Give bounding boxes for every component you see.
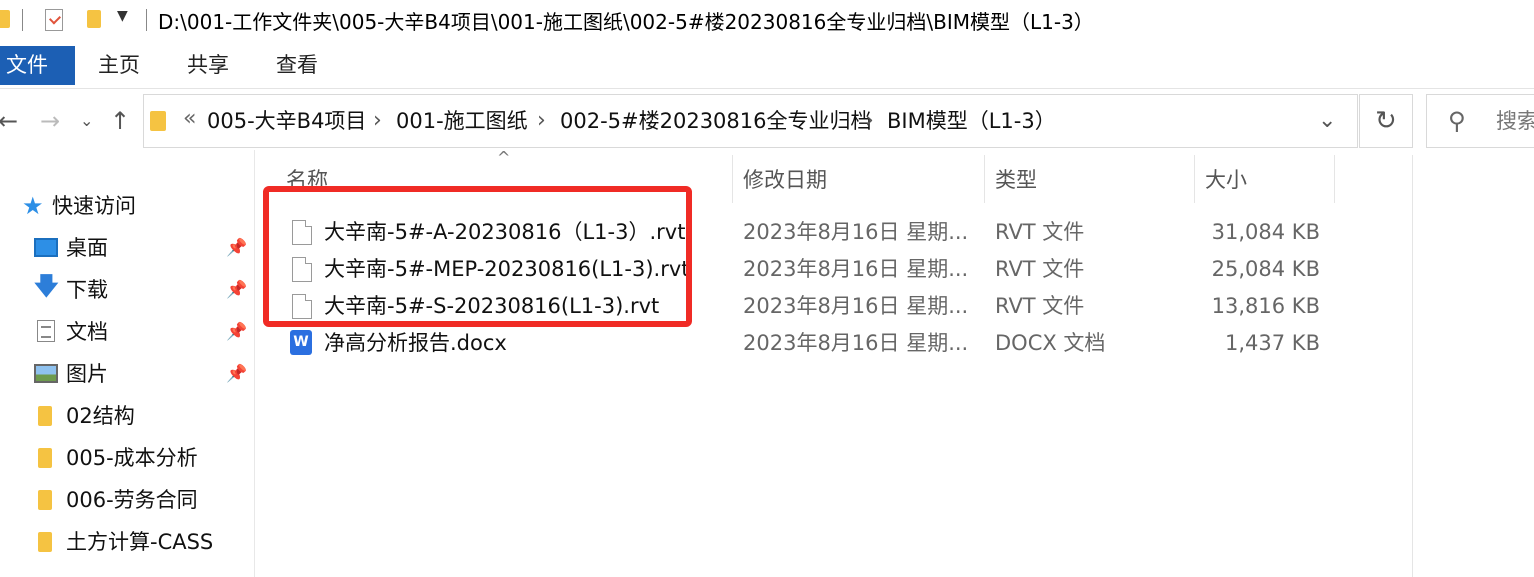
file-date: 2023年8月16日 星期... xyxy=(743,331,969,355)
title-bar: ▼ D:\001-工作文件夹\005-大辛B4项目\001-施工图纸\002-5… xyxy=(0,0,1534,42)
nav-item-pictures[interactable]: 图片 📌 xyxy=(0,354,254,394)
properties-icon[interactable] xyxy=(45,9,63,31)
tab-file[interactable]: 文件 xyxy=(0,46,75,85)
tab-home[interactable]: 主页 xyxy=(98,46,140,85)
search-icon: ⚲ xyxy=(1448,107,1466,135)
pictures-icon xyxy=(34,364,58,383)
file-row[interactable]: 大辛南-5#-S-20230816(L1-3).rvt 2023年8月16日 星… xyxy=(278,288,1338,325)
nav-item-label: 005-成本分析 xyxy=(66,446,198,470)
tab-view[interactable]: 查看 xyxy=(276,46,318,85)
file-type: RVT 文件 xyxy=(995,220,1085,244)
file-row[interactable]: 大辛南-5#-A-20230816（L1-3）.rvt 2023年8月16日 星… xyxy=(278,214,1338,251)
file-icon xyxy=(292,220,312,245)
customize-toolbar-chevron-icon[interactable]: ▼ xyxy=(117,8,128,24)
breadcrumb-item[interactable]: 002-5#楼20230816全专业归档 xyxy=(560,106,872,136)
pin-icon: 📌 xyxy=(226,322,248,342)
star-icon: ★ xyxy=(22,192,44,220)
breadcrumb-item[interactable]: 001-施工图纸 xyxy=(396,106,528,136)
documents-icon xyxy=(37,320,55,342)
address-dropdown-chevron-icon[interactable]: ⌄ xyxy=(1318,106,1336,136)
sort-ascending-icon: ^ xyxy=(497,148,511,167)
new-folder-icon[interactable] xyxy=(87,10,101,28)
file-name: 大辛南-5#-S-20230816(L1-3).rvt xyxy=(324,294,660,318)
file-type: RVT 文件 xyxy=(995,294,1085,318)
file-type: DOCX 文档 xyxy=(995,331,1106,355)
nav-item-label: 02结构 xyxy=(66,404,135,428)
file-date: 2023年8月16日 星期... xyxy=(743,294,969,318)
forward-arrow-icon[interactable]: → xyxy=(40,106,60,136)
column-divider[interactable] xyxy=(732,155,733,203)
file-name: 大辛南-5#-A-20230816（L1-3）.rvt xyxy=(324,220,686,244)
column-divider[interactable] xyxy=(984,155,985,203)
overflow-chevron-icon[interactable]: « xyxy=(183,106,196,131)
column-header-size[interactable]: 大小 xyxy=(1205,165,1247,195)
nav-item-downloads[interactable]: 🡇 下载 📌 xyxy=(0,270,254,310)
folder-icon xyxy=(38,406,52,426)
file-size: 13,816 KB xyxy=(1211,294,1320,318)
wps-doc-icon: W xyxy=(290,330,312,355)
window-title-path: D:\001-工作文件夹\005-大辛B4项目\001-施工图纸\002-5#楼… xyxy=(158,10,1094,34)
nav-item-label: 土方计算-CASS xyxy=(66,530,214,554)
file-size: 31,084 KB xyxy=(1211,220,1320,244)
tab-share[interactable]: 共享 xyxy=(187,46,229,85)
desktop-icon xyxy=(34,238,58,257)
breadcrumb-separator-icon[interactable]: › xyxy=(865,106,874,136)
file-row[interactable]: W 净高分析报告.docx 2023年8月16日 星期... DOCX 文档 1… xyxy=(278,325,1338,362)
pin-icon: 📌 xyxy=(226,238,248,258)
folder-icon xyxy=(38,448,52,468)
breadcrumb-separator-icon[interactable]: › xyxy=(537,106,546,136)
file-date: 2023年8月16日 星期... xyxy=(743,220,969,244)
nav-item-folder[interactable]: 006-劳务合同 xyxy=(0,480,254,520)
separator xyxy=(146,9,147,31)
column-header-name[interactable]: 名称 xyxy=(286,165,328,195)
nav-item-label: 桌面 xyxy=(66,236,108,260)
pin-icon: 📌 xyxy=(226,364,248,384)
breadcrumb-item[interactable]: BIM模型（L1-3） xyxy=(887,106,1056,136)
nav-item-documents[interactable]: 文档 📌 xyxy=(0,312,254,352)
file-date: 2023年8月16日 星期... xyxy=(743,257,969,281)
nav-item-folder[interactable]: 02结构 xyxy=(0,396,254,436)
nav-item-desktop[interactable]: 桌面 📌 xyxy=(0,228,254,268)
file-row[interactable]: 大辛南-5#-MEP-20230816(L1-3).rvt 2023年8月16日… xyxy=(278,251,1338,288)
column-header-type[interactable]: 类型 xyxy=(995,165,1037,195)
file-name: 净高分析报告.docx xyxy=(324,331,507,355)
column-header-date[interactable]: 修改日期 xyxy=(743,165,827,195)
recent-locations-chevron-icon[interactable]: ⌄ xyxy=(80,106,93,136)
column-divider[interactable] xyxy=(1194,155,1195,203)
separator xyxy=(22,9,23,31)
ribbon-tabs xyxy=(0,42,1534,89)
nav-item-label: 图片 xyxy=(66,362,108,386)
folder-icon xyxy=(38,490,52,510)
file-type: RVT 文件 xyxy=(995,257,1085,281)
file-size: 1,437 KB xyxy=(1225,331,1320,355)
folder-icon xyxy=(38,532,52,552)
breadcrumb-separator-icon[interactable]: › xyxy=(373,106,382,136)
nav-item-label: 文档 xyxy=(66,320,108,344)
nav-item-label: 006-劳务合同 xyxy=(66,488,198,512)
nav-item-folder[interactable]: 土方计算-CASS xyxy=(0,522,254,562)
download-icon: 🡇 xyxy=(34,272,59,300)
pane-divider xyxy=(1412,155,1413,577)
file-name: 大辛南-5#-MEP-20230816(L1-3).rvt xyxy=(324,257,690,281)
nav-item-label: 下载 xyxy=(66,278,108,302)
pin-icon: 📌 xyxy=(226,280,248,300)
nav-quick-access[interactable]: 快速访问 xyxy=(52,192,136,220)
search-placeholder: 搜索 xyxy=(1496,109,1534,133)
column-divider[interactable] xyxy=(1334,155,1335,203)
refresh-icon[interactable]: ↻ xyxy=(1375,106,1397,136)
folder-icon xyxy=(150,111,166,131)
file-icon xyxy=(292,294,312,319)
breadcrumb-item[interactable]: 005-大辛B4项目 xyxy=(207,106,366,136)
back-arrow-icon[interactable]: ← xyxy=(0,106,18,136)
folder-icon xyxy=(0,10,10,28)
file-size: 25,084 KB xyxy=(1211,257,1320,281)
nav-item-folder[interactable]: 005-成本分析 xyxy=(0,438,254,478)
up-arrow-icon[interactable]: ↑ xyxy=(110,106,130,136)
file-icon xyxy=(292,257,312,282)
